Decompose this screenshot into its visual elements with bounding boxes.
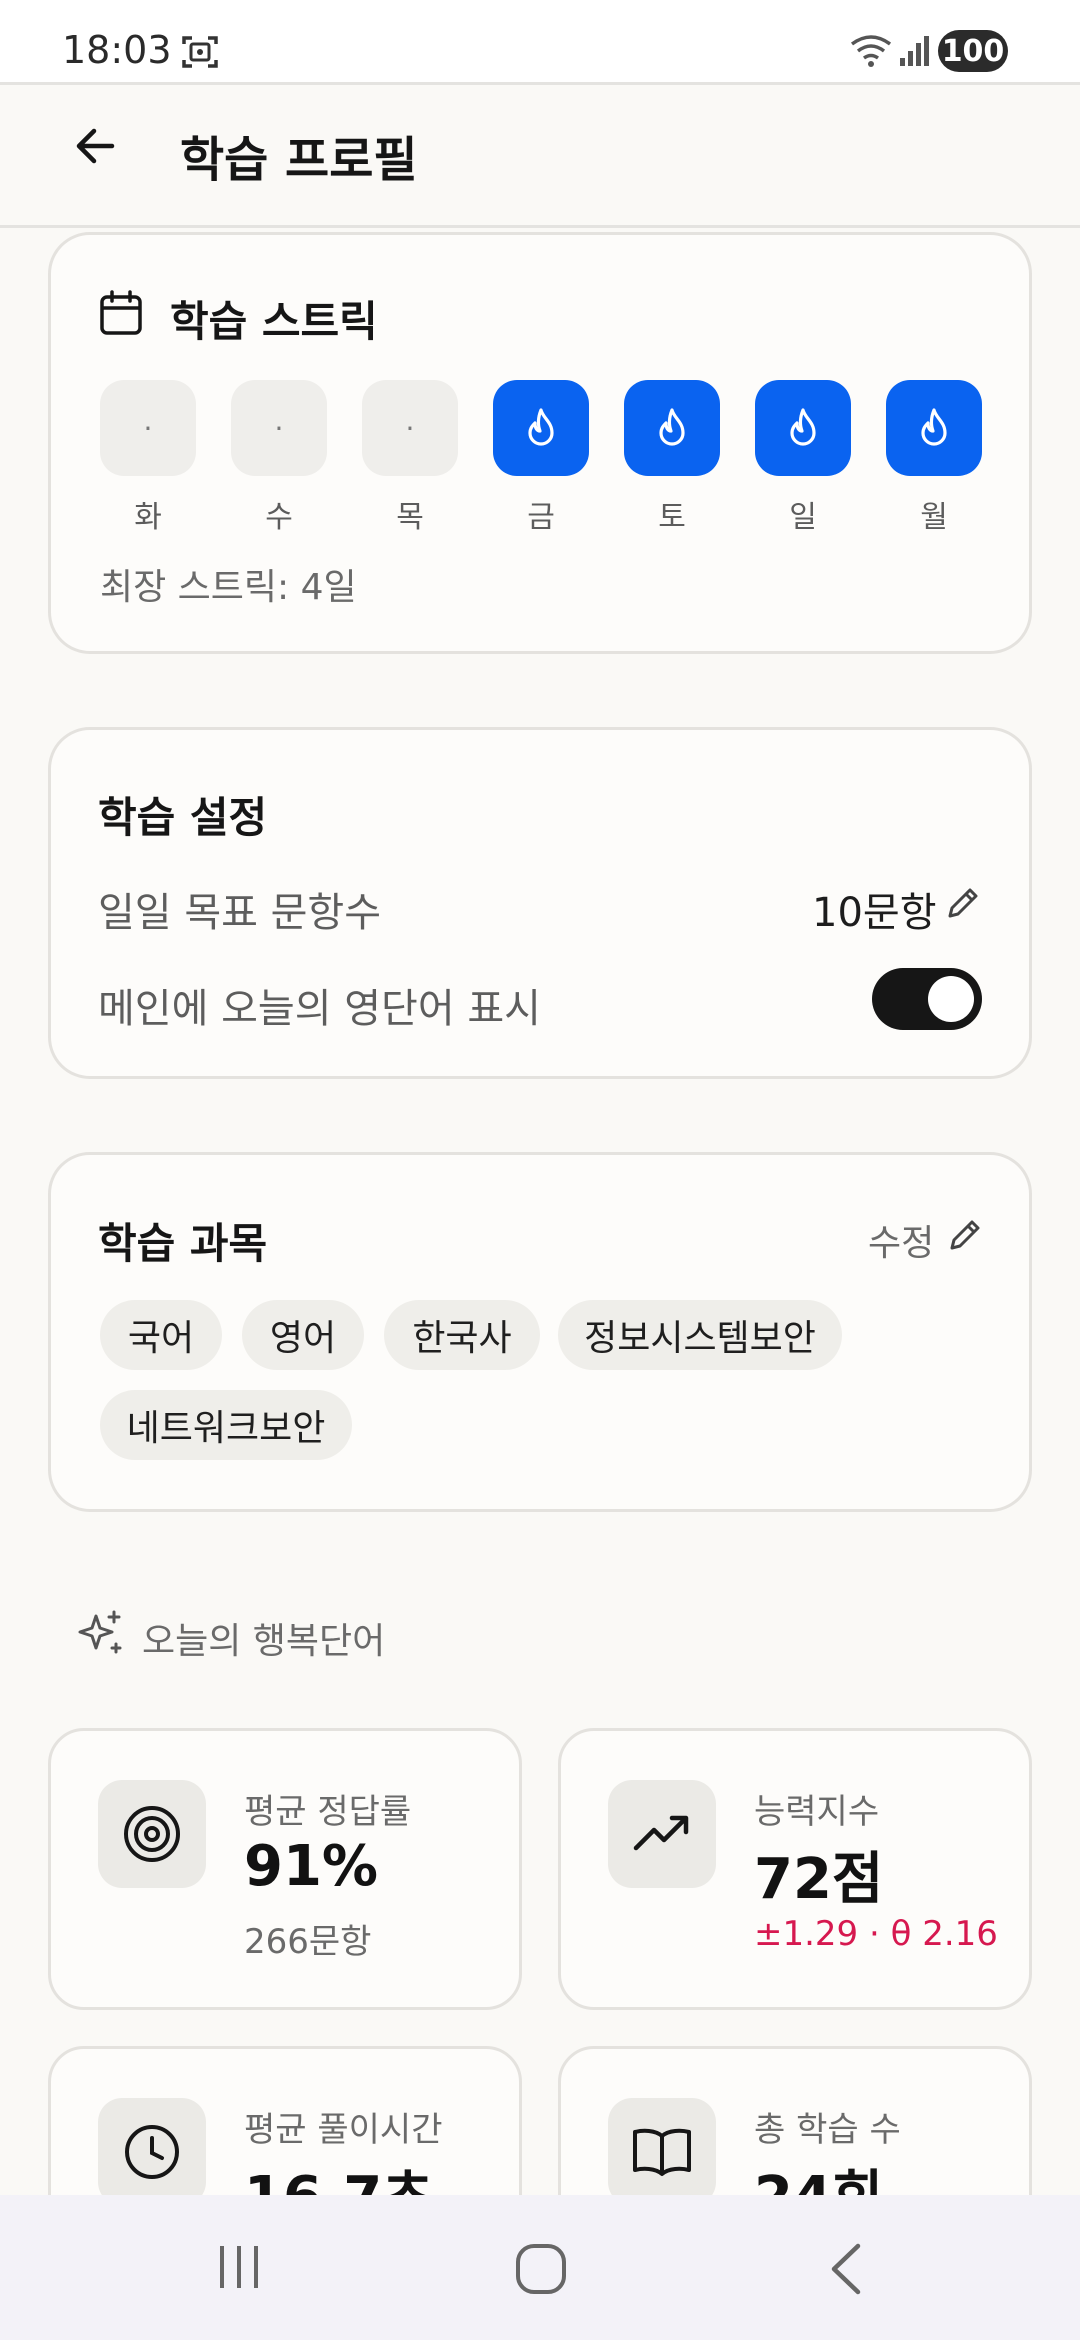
page-title: 학습 프로필 — [180, 132, 418, 188]
chevron-left-icon — [831, 2243, 861, 2295]
arrow-left-icon — [76, 128, 115, 164]
app-bar — [0, 85, 1080, 228]
wifi-icon — [850, 35, 892, 67]
streak-day-mon — [886, 380, 982, 476]
settings-title: 학습 설정 — [98, 793, 268, 842]
day-label: 일 — [789, 500, 817, 535]
status-time: 18:03 — [62, 28, 172, 72]
stat-value: 72점 — [754, 1847, 884, 1912]
stat-label: 총 학습 수 — [754, 2110, 901, 2150]
target-icon — [124, 1806, 180, 1862]
home-button[interactable] — [514, 2242, 568, 2296]
happy-word-label[interactable]: 오늘의 행복단어 — [142, 1612, 385, 1664]
day-label: 토 — [658, 500, 686, 535]
streak-day-thu: · — [362, 380, 458, 476]
home-icon — [516, 2244, 566, 2294]
recent-apps-button[interactable] — [214, 2242, 264, 2292]
stat-icon-box — [608, 1780, 716, 1888]
flame-icon — [921, 408, 947, 446]
clock-icon — [125, 2125, 179, 2179]
streak-title: 학습 스트릭 — [170, 297, 378, 346]
daily-goal-value[interactable]: 10문항 — [812, 880, 937, 938]
longest-streak-text: 최장 스트릭: 4일 — [100, 567, 357, 608]
day-label: 목 — [396, 500, 424, 535]
recents-icon — [220, 2246, 258, 2288]
streak-day-wed: · — [231, 380, 327, 476]
signal-icon — [900, 36, 929, 66]
stat-label: 능력지수 — [754, 1792, 880, 1832]
daily-goal-label: 일일 목표 문항수 — [98, 890, 382, 936]
subject-chip: 한국사 — [384, 1300, 540, 1370]
subject-chip: 영어 — [242, 1300, 364, 1370]
streak-day-fri — [493, 380, 589, 476]
subject-chip: 국어 — [100, 1300, 222, 1370]
sparkles-icon — [78, 1610, 122, 1654]
pencil-icon[interactable] — [946, 1216, 984, 1254]
subject-chip: 네트워크보안 — [100, 1390, 352, 1460]
stat-sub: 266문항 — [244, 1922, 372, 1962]
show-word-toggle[interactable] — [872, 968, 982, 1030]
stat-icon-box — [608, 2098, 716, 2206]
calendar-icon — [100, 290, 142, 335]
stat-value: 91% — [244, 1834, 379, 1899]
screenshot-icon — [182, 36, 218, 68]
streak-day-sat — [624, 380, 720, 476]
subject-chip: 정보시스템보안 — [558, 1300, 842, 1370]
day-label: 수 — [265, 500, 293, 535]
trending-up-icon — [633, 1815, 689, 1851]
ability-error-text: ±1.29 · θ 2.16 — [754, 1914, 998, 1954]
streak-day-sun — [755, 380, 851, 476]
stat-icon-box — [98, 2098, 206, 2206]
flame-icon — [659, 408, 685, 446]
toggle-knob — [928, 976, 974, 1022]
battery-indicator: 100 — [938, 30, 1008, 72]
system-back-button[interactable] — [826, 2242, 866, 2296]
flame-icon — [790, 408, 816, 446]
subjects-edit-button[interactable]: 수정 — [868, 1214, 934, 1266]
book-open-icon — [633, 2128, 691, 2176]
streak-day-tue: · — [100, 380, 196, 476]
back-button[interactable] — [70, 120, 122, 172]
subjects-title: 학습 과목 — [98, 1219, 268, 1268]
day-label: 월 — [920, 500, 948, 535]
stat-label: 평균 풀이시간 — [244, 2110, 443, 2150]
day-label: 화 — [134, 500, 162, 535]
empty-day-dot: · — [143, 411, 153, 445]
empty-day-dot: · — [405, 411, 415, 445]
empty-day-dot: · — [274, 411, 284, 445]
show-word-label: 메인에 오늘의 영단어 표시 — [98, 986, 541, 1032]
flame-icon — [528, 408, 554, 446]
stat-label: 평균 정답률 — [244, 1792, 412, 1832]
stat-icon-box — [98, 1780, 206, 1888]
pencil-icon[interactable] — [944, 884, 982, 922]
day-label: 금 — [527, 500, 555, 535]
